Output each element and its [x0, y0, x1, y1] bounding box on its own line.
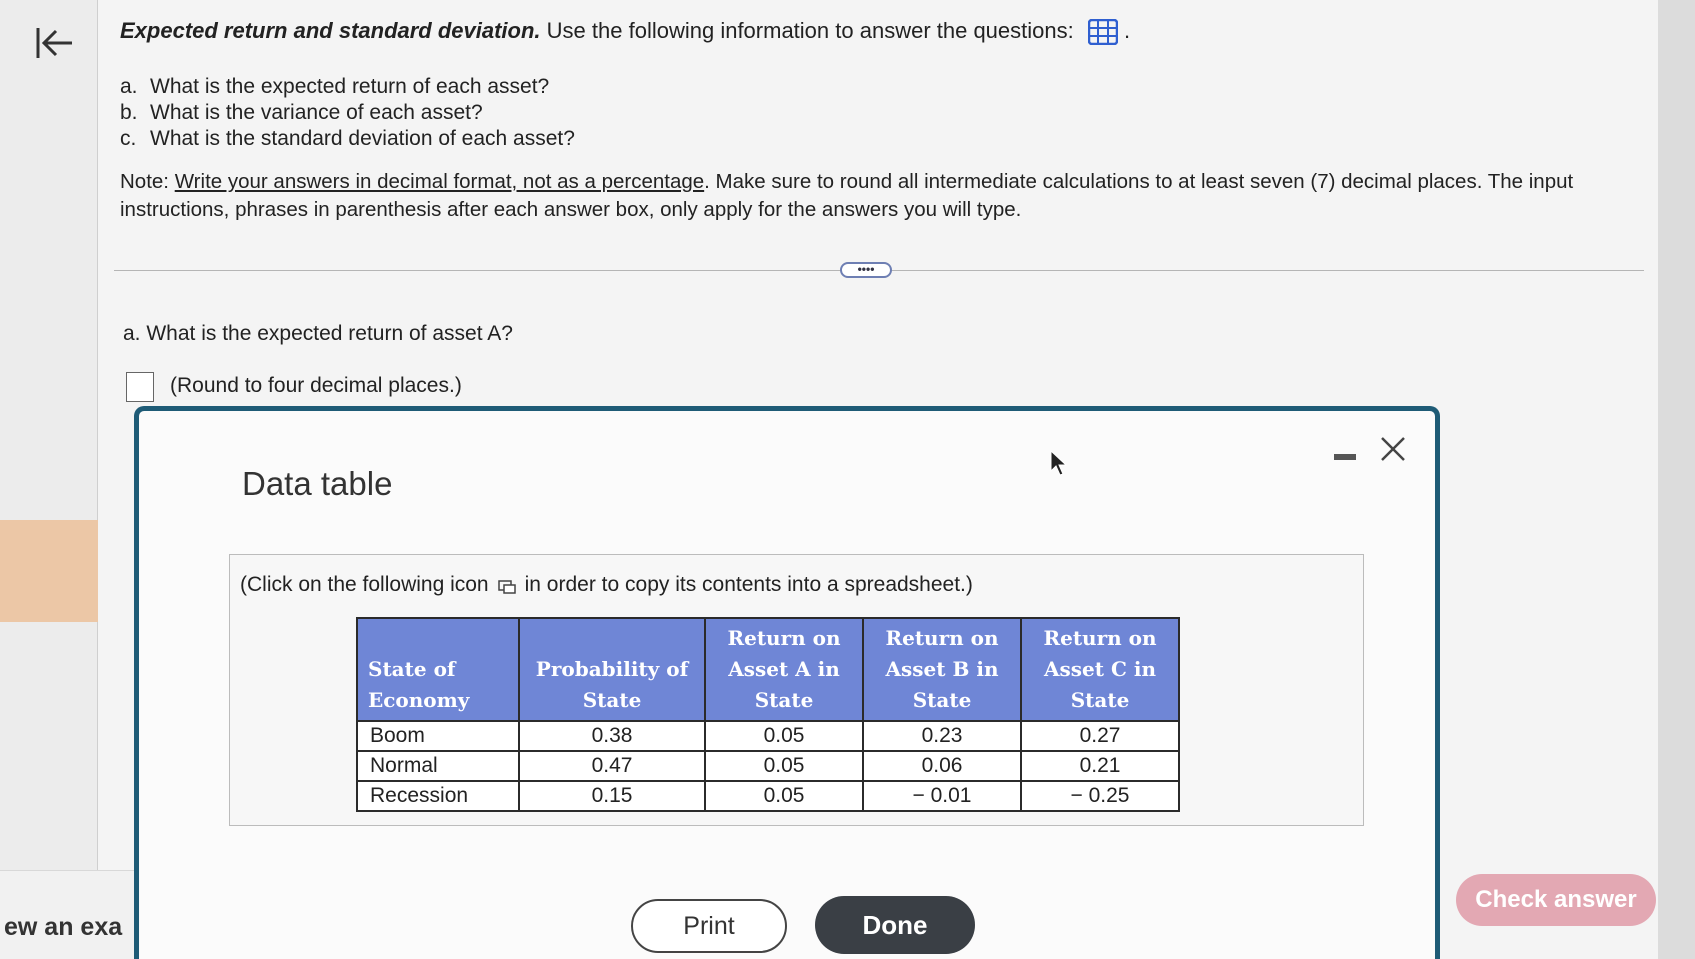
table-cell: Normal [356, 750, 520, 782]
copy-icon[interactable] [497, 577, 517, 595]
list-item: b. What is the variance of each asset? [120, 100, 575, 126]
data-table-modal: Data table (Click on the following icon … [134, 406, 1440, 959]
answer-hint: (Round to four decimal places.) [170, 374, 462, 397]
close-icon[interactable] [1379, 431, 1407, 471]
table-cell: 0.05 [704, 780, 864, 812]
minimize-icon[interactable] [1334, 454, 1356, 460]
column-header: State of Economy [356, 617, 520, 722]
column-header: Return on Asset C in State [1020, 617, 1180, 722]
table-row: Recession 0.15 0.05 − 0.01 − 0.25 [356, 780, 1180, 812]
table-cell: 0.05 [704, 720, 864, 752]
check-answer-button[interactable]: Check answer [1456, 874, 1656, 926]
question-list: a. What is the expected return of each as… [120, 74, 575, 152]
left-rail [0, 0, 98, 870]
list-letter: c. [120, 127, 137, 150]
rail-footer-text: ew an exa [0, 870, 140, 959]
list-item: c. What is the standard deviation of each… [120, 126, 575, 152]
copy-hint: (Click on the following icon in order to… [240, 573, 973, 597]
table-header-row: State of Economy Probability of State Re… [356, 617, 1180, 722]
back-arrow-icon[interactable] [32, 26, 76, 66]
table-cell: 0.47 [518, 750, 706, 782]
question-title: Expected return and standard deviation. … [120, 18, 1131, 46]
table-cell: 0.21 [1020, 750, 1180, 782]
list-text: What is the variance of each asset? [150, 101, 483, 124]
note-underlined: Write your answers in decimal format, no… [174, 170, 705, 193]
mouse-cursor-icon [1050, 449, 1068, 476]
list-text: What is the standard deviation of each a… [150, 127, 575, 150]
column-header: Return on Asset A in State [704, 617, 864, 722]
column-header: Probability of State [518, 617, 706, 722]
grid-table-icon[interactable] [1087, 18, 1119, 46]
column-header: Return on Asset B in State [862, 617, 1022, 722]
table-cell: Boom [356, 720, 520, 752]
table-row: Normal 0.47 0.05 0.06 0.21 [356, 750, 1180, 782]
part-a-question: a. What is the expected return of asset … [123, 322, 513, 345]
copy-hint-after: in order to copy its contents into a spr… [524, 573, 973, 596]
answer-input[interactable] [126, 372, 154, 402]
note-prefix: Note: [120, 170, 169, 193]
more-button[interactable]: •••• [840, 262, 892, 278]
note: Note: Write your answers in decimal form… [120, 168, 1640, 224]
table-cell: 0.15 [518, 780, 706, 812]
list-text: What is the expected return of each asse… [150, 75, 550, 98]
table-cell: − 0.01 [862, 780, 1022, 812]
table-cell: 0.05 [704, 750, 864, 782]
table-cell: 0.27 [1020, 720, 1180, 752]
done-button[interactable]: Done [815, 896, 975, 954]
data-table: State of Economy Probability of State Re… [356, 617, 1180, 812]
title-period: . [1124, 18, 1131, 43]
table-cell: 0.38 [518, 720, 706, 752]
back-arrow-svg [36, 28, 72, 58]
copy-hint-before: (Click on the following icon [240, 573, 489, 596]
list-letter: a. [120, 75, 138, 98]
table-cell: 0.23 [862, 720, 1022, 752]
question-title-rest: Use the following information to answer … [546, 18, 1074, 43]
right-edge [1658, 0, 1695, 959]
question-title-bold: Expected return and standard deviation. [120, 18, 541, 43]
modal-title: Data table [242, 465, 393, 502]
data-panel: (Click on the following icon in order to… [229, 554, 1364, 826]
rail-accent [0, 520, 98, 622]
list-item: a. What is the expected return of each as… [120, 74, 575, 100]
print-button[interactable]: Print [631, 899, 787, 953]
table-cell: − 0.25 [1020, 780, 1180, 812]
table-row: Boom 0.38 0.05 0.23 0.27 [356, 720, 1180, 752]
table-cell: 0.06 [862, 750, 1022, 782]
list-letter: b. [120, 101, 138, 124]
table-cell: Recession [356, 780, 520, 812]
